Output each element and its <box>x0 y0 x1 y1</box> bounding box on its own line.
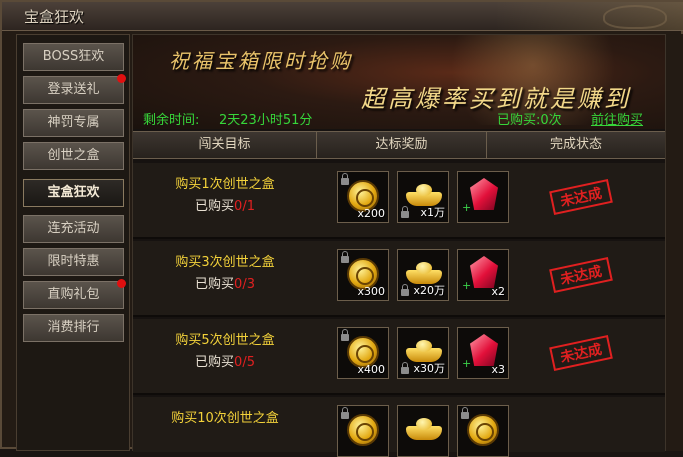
lock-icon <box>461 407 469 419</box>
goal-text: 购买10次创世之盒 <box>171 411 279 426</box>
red-crystal-icon <box>470 256 498 288</box>
reward-slot[interactable]: + x2 <box>457 249 509 301</box>
reward-quantity: x2 <box>491 285 505 298</box>
goal-text: 购买1次创世之盒 <box>175 177 275 192</box>
table-row: 购买1次创世之盒 已购买0/1 x200 x1万 + 未达成 <box>133 163 665 239</box>
sidebar-item-label: BOSS狂欢 <box>42 49 105 64</box>
lock-icon <box>341 329 349 341</box>
reward-quantity: x300 <box>357 285 385 298</box>
table-row: 购买3次创世之盒 已购买0/3 x300 x20万 + x2 未达成 <box>133 241 665 317</box>
window-titlebar: 宝盒狂欢 <box>2 2 683 31</box>
go-purchase-link[interactable]: 前往购买 <box>591 109 643 128</box>
sidebar-item-label: 连充活动 <box>47 221 100 236</box>
reward-slot[interactable]: + <box>457 171 509 223</box>
sidebar-item-label: 消费排行 <box>47 320 100 335</box>
reward-quantity: x1万 <box>420 206 445 219</box>
sidebar-item-login-gift[interactable]: 登录送礼 <box>23 74 126 104</box>
reward-slot[interactable]: x300 <box>337 249 389 301</box>
sidebar-item-limited-offer[interactable]: 限时特惠 <box>23 248 124 276</box>
sidebar-item-label: 限时特惠 <box>47 254 100 269</box>
sparkle-icon: + <box>462 201 472 214</box>
goal-text: 购买5次创世之盒 <box>175 333 275 348</box>
progress-text: 已购买0/5 <box>133 351 317 370</box>
sidebar-item-label: 宝盒狂欢 <box>47 185 100 200</box>
notification-dot-icon <box>117 74 126 83</box>
column-header-goal: 闯关目标 <box>133 132 317 158</box>
gold-coin-icon <box>347 414 379 446</box>
progress-label: 已购买 <box>195 199 235 214</box>
lock-icon <box>341 251 349 263</box>
right-border <box>666 34 683 451</box>
reward-quantity: x400 <box>357 363 385 376</box>
sidebar-item-boss[interactable]: BOSS狂欢 <box>23 43 124 71</box>
reward-slot[interactable]: x30万 <box>397 327 449 379</box>
status-stamp: 未达成 <box>549 179 613 215</box>
sparkle-icon: + <box>462 357 472 370</box>
progress-text: 已购买0/3 <box>133 273 317 292</box>
event-content: 祝福宝箱限时抢购 超高爆率买到就是赚到 剩余时间: 2天23小时51分 已购买:… <box>132 34 666 457</box>
event-window: 宝盒狂欢 BOSS狂欢 登录送礼 神罚专属 创世之盒 宝盒狂欢 连充活动 限时特… <box>0 0 683 457</box>
table-row: 购买5次创世之盒 已购买0/5 x400 x30万 + x3 未达成 <box>133 319 665 395</box>
status-stamp: 未达成 <box>549 335 613 371</box>
sidebar-item-divine[interactable]: 神罚专属 <box>23 109 124 137</box>
event-banner: 祝福宝箱限时抢购 超高爆率买到就是赚到 剩余时间: 2天23小时51分 已购买:… <box>133 35 665 129</box>
sidebar-item-label: 直购礼包 <box>47 287 100 302</box>
gold-ingot-icon <box>406 340 442 362</box>
reward-quantity: x3 <box>491 363 505 376</box>
progress-value: 0/1 <box>234 199 255 214</box>
reward-quantity: x20万 <box>413 284 445 297</box>
lock-icon <box>341 407 349 419</box>
banner-headline: 祝福宝箱限时抢购 <box>169 49 353 73</box>
gold-ingot-icon <box>406 184 442 206</box>
bought-count: 已购买:0次 <box>497 113 562 128</box>
event-sidebar: BOSS狂欢 登录送礼 神罚专属 创世之盒 宝盒狂欢 连充活动 限时特惠 直购礼… <box>16 34 130 451</box>
reward-slot[interactable] <box>397 405 449 457</box>
table-row: 购买10次创世之盒 <box>133 397 665 457</box>
reward-slot[interactable]: x1万 <box>397 171 449 223</box>
reward-quantity: x30万 <box>413 362 445 375</box>
table-header: 闯关目标 达标奖励 完成状态 <box>133 131 665 159</box>
lock-icon <box>401 284 409 296</box>
column-header-status: 完成状态 <box>549 137 602 152</box>
red-crystal-icon <box>470 334 498 366</box>
status-stamp: 未达成 <box>549 257 613 293</box>
progress-value: 0/5 <box>234 355 255 370</box>
progress-label: 已购买 <box>195 277 235 292</box>
reward-slot[interactable]: x20万 <box>397 249 449 301</box>
lock-icon <box>401 206 409 218</box>
remaining-time-label: 剩余时间: <box>143 113 200 128</box>
window-title: 宝盒狂欢 <box>24 8 85 26</box>
sparkle-icon: + <box>462 279 472 292</box>
sidebar-item-spending-rank[interactable]: 消费排行 <box>23 314 124 342</box>
progress-text: 已购买0/1 <box>133 195 317 214</box>
lock-icon <box>341 173 349 185</box>
gold-ingot-icon <box>406 262 442 284</box>
sidebar-item-recharge[interactable]: 连充活动 <box>23 215 124 243</box>
reward-slot[interactable]: x200 <box>337 171 389 223</box>
reward-slot[interactable] <box>457 405 509 457</box>
progress-value: 0/3 <box>234 277 255 292</box>
reward-quantity: x200 <box>357 207 385 220</box>
sidebar-item-label: 神罚专属 <box>47 115 100 130</box>
dragon-ornament-icon <box>495 2 683 30</box>
reward-slot[interactable]: + x3 <box>457 327 509 379</box>
sidebar-item-label: 登录送礼 <box>47 82 100 97</box>
sidebar-item-genesis-box[interactable]: 创世之盒 <box>23 142 124 170</box>
column-header-reward: 达标奖励 <box>317 132 487 158</box>
gold-coin-icon <box>467 414 499 446</box>
reward-slot[interactable] <box>337 405 389 457</box>
progress-label: 已购买 <box>195 355 235 370</box>
red-crystal-icon <box>470 178 498 210</box>
goal-text: 购买3次创世之盒 <box>175 255 275 270</box>
lock-icon <box>401 362 409 374</box>
sidebar-item-label: 创世之盒 <box>47 148 100 163</box>
reward-slot[interactable]: x400 <box>337 327 389 379</box>
sidebar-item-direct-buy[interactable]: 直购礼包 <box>23 279 126 309</box>
sidebar-item-box-carnival[interactable]: 宝盒狂欢 <box>23 179 124 207</box>
remaining-time-value: 2天23小时51分 <box>219 113 313 128</box>
gold-ingot-icon <box>406 418 442 440</box>
notification-dot-icon <box>117 279 126 288</box>
